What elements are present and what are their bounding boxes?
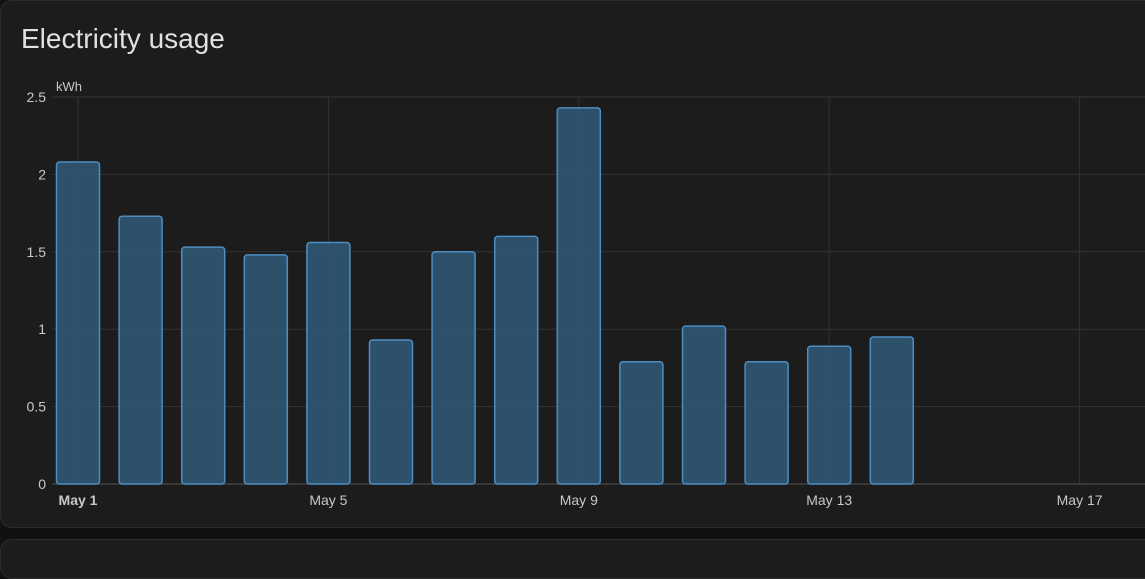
bar[interactable] xyxy=(744,360,789,485)
bar[interactable] xyxy=(681,325,727,485)
bar[interactable] xyxy=(55,161,101,485)
y-tick-label: 2.5 xyxy=(27,89,47,105)
bar[interactable] xyxy=(118,215,163,485)
bar[interactable] xyxy=(431,251,476,485)
bar[interactable] xyxy=(243,254,289,485)
bar[interactable] xyxy=(493,235,539,485)
bar[interactable] xyxy=(619,360,664,485)
bar[interactable] xyxy=(368,339,414,485)
electricity-bar-chart[interactable]: 0 0.5 1 1.5 2 2.5 May 1 May 5 May 9 May 13 May 17 k… xyxy=(0,0,1145,530)
x-tick-label: May 1 xyxy=(59,492,98,508)
bar[interactable] xyxy=(869,336,915,485)
next-card xyxy=(0,539,1145,579)
x-tick-label: May 13 xyxy=(806,492,852,508)
y-axis-unit-label: kWh xyxy=(56,79,82,94)
x-tick-label: May 5 xyxy=(309,492,347,508)
y-tick-label: 1 xyxy=(38,321,46,337)
y-tick-label: 0.5 xyxy=(27,399,47,415)
bar[interactable] xyxy=(306,241,351,485)
y-tick-label: 1.5 xyxy=(27,244,47,260)
bar[interactable] xyxy=(806,345,852,485)
y-tick-label: 2 xyxy=(38,166,46,182)
bar[interactable] xyxy=(556,107,602,485)
x-tick-label: May 17 xyxy=(1057,492,1103,508)
x-tick-label: May 9 xyxy=(560,492,598,508)
bar[interactable] xyxy=(180,246,226,485)
y-tick-label: 0 xyxy=(38,476,46,492)
